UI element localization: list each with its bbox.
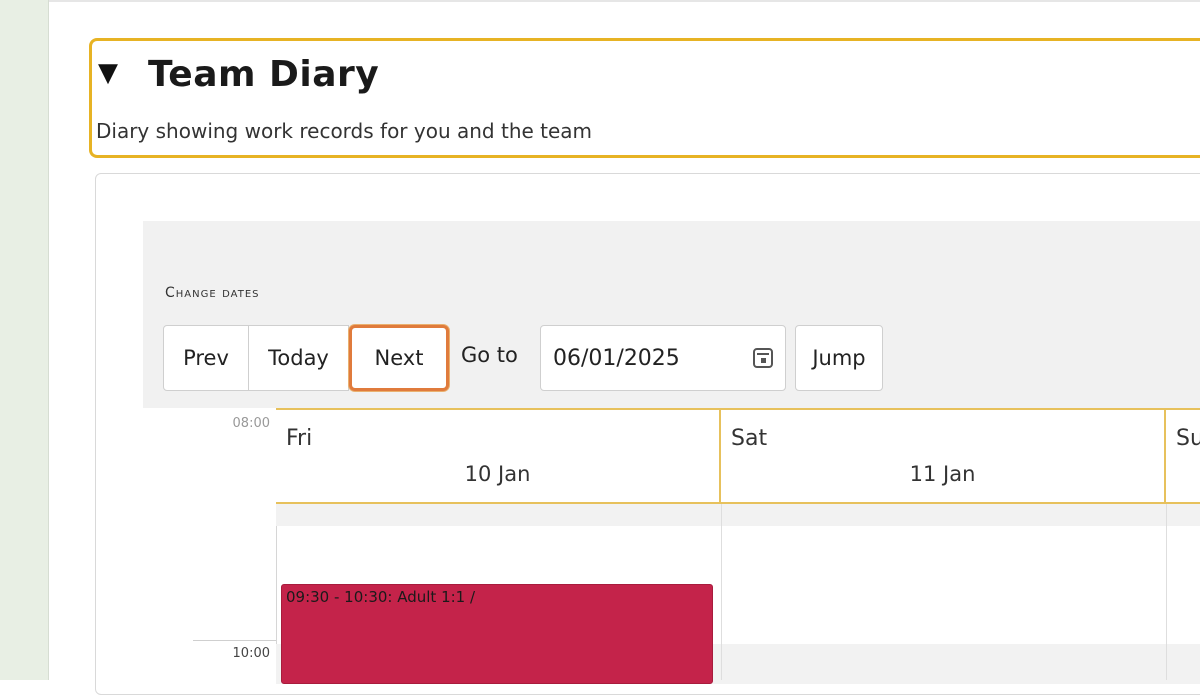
- day-column-divider: [1166, 504, 1167, 680]
- time-slot-band: [276, 504, 1200, 526]
- date-input[interactable]: 06/01/2025: [540, 325, 786, 391]
- page-subtitle: Diary showing work records for you and t…: [96, 119, 593, 143]
- change-dates-label: Change dates: [165, 285, 260, 301]
- team-diary-section-header[interactable]: ▼ Team Diary Diary showing work records …: [89, 38, 1200, 158]
- day-name: Sat: [731, 426, 768, 451]
- day-name: Fri: [286, 426, 313, 451]
- time-label-0800: 08:00: [232, 416, 270, 431]
- date-input-value: 06/01/2025: [553, 345, 680, 371]
- prev-button[interactable]: Prev: [163, 325, 249, 391]
- today-button[interactable]: Today: [249, 325, 349, 391]
- page-title: Team Diary: [148, 54, 380, 95]
- jump-button[interactable]: Jump: [795, 325, 883, 391]
- time-column: 08:00 10:00: [143, 408, 277, 680]
- top-border: [49, 0, 1200, 2]
- next-button[interactable]: Next: [349, 325, 449, 391]
- calendar-icon[interactable]: [753, 348, 773, 368]
- day-date: 11 Jan: [909, 462, 976, 486]
- go-to-label: Go to: [461, 343, 518, 367]
- time-gridline: [193, 640, 276, 641]
- day-date: 10 Jan: [464, 462, 531, 486]
- date-toolbar: Change dates Prev Today Next Go to 06/01…: [143, 221, 1200, 411]
- day-name: Sun: [1176, 426, 1200, 451]
- diary-calendar: 08:00 10:00 Fri 10 Jan Sat 11 Jan Sun 09…: [143, 408, 1200, 684]
- main-content: ▼ Team Diary Diary showing work records …: [49, 0, 1200, 695]
- day-column-divider: [721, 504, 722, 680]
- calendar-event[interactable]: 09:30 - 10:30: Adult 1:1 /: [281, 584, 713, 684]
- sidebar-strip: [0, 0, 49, 680]
- time-label-1000: 10:00: [232, 646, 270, 661]
- day-header-fri: Fri 10 Jan: [276, 410, 721, 502]
- triangle-down-icon[interactable]: ▼: [98, 58, 118, 88]
- day-header-sat: Sat 11 Jan: [721, 410, 1166, 502]
- event-label: 09:30 - 10:30: Adult 1:1 /: [286, 588, 476, 606]
- day-header-row: Fri 10 Jan Sat 11 Jan Sun: [276, 408, 1200, 504]
- navigation-button-group: Prev Today Next: [163, 325, 449, 391]
- day-header-sun: Sun: [1166, 410, 1200, 502]
